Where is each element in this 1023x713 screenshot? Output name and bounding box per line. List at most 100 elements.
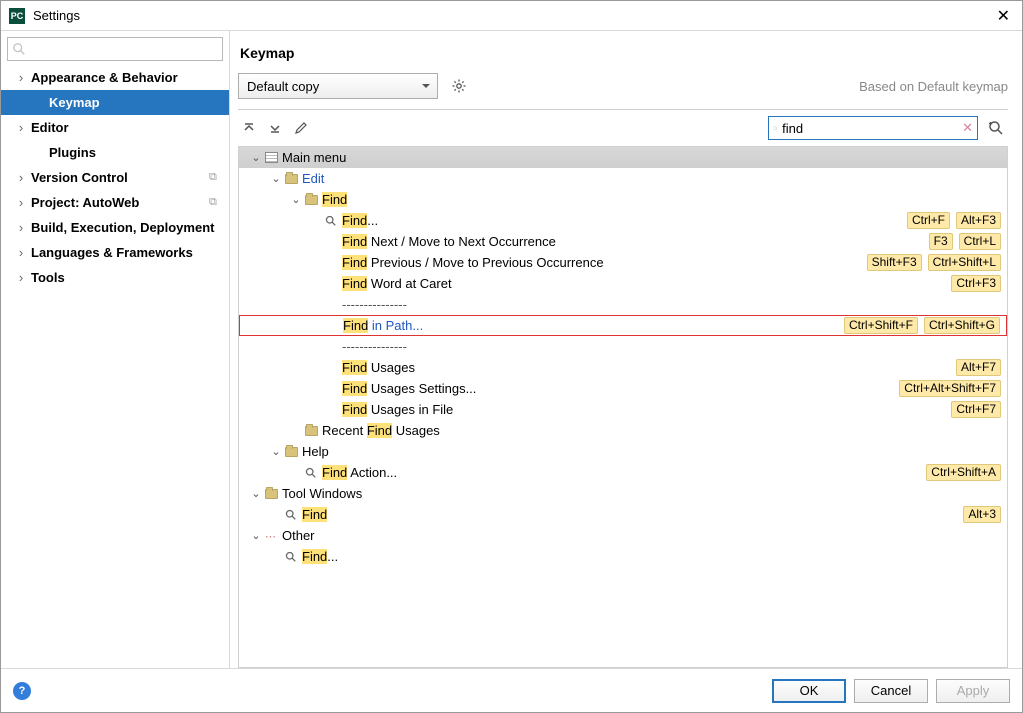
keymap-row[interactable]: ---------------: [239, 294, 1007, 315]
keymap-row[interactable]: ⌄ Edit: [239, 168, 1007, 189]
close-icon[interactable]: ✕: [993, 6, 1014, 26]
chevron-down-icon: ⌄: [289, 193, 303, 206]
cancel-button[interactable]: Cancel: [854, 679, 928, 703]
search-icon: [283, 551, 299, 563]
chevron-down-icon: ⌄: [269, 445, 283, 458]
main-panel: Keymap Default copy Based on Default key…: [230, 31, 1022, 668]
keymap-row[interactable]: Find Previous / Move to Previous Occurre…: [239, 252, 1007, 273]
keymap-row[interactable]: ---------------: [239, 336, 1007, 357]
shortcut-badge: Shift+F3: [867, 254, 922, 271]
keymap-row-label: Main menu: [282, 150, 1001, 165]
menu-icon: [263, 152, 279, 163]
keymap-row-label: Recent Find Usages: [322, 423, 1001, 438]
chevron-right-icon: ›: [13, 270, 29, 285]
sidebar-item-label: Appearance & Behavior: [29, 70, 223, 85]
sidebar-tree: ›Appearance & BehaviorKeymap›EditorPlugi…: [1, 65, 229, 668]
sidebar-item-label: Version Control: [29, 170, 209, 185]
keymap-row[interactable]: Find...Ctrl+FAlt+F3: [239, 210, 1007, 231]
keymap-row[interactable]: Find UsagesAlt+F7: [239, 357, 1007, 378]
keymap-row[interactable]: ⌄ Main menu: [239, 147, 1007, 168]
sidebar-search-input[interactable]: [7, 37, 223, 61]
expand-all-icon[interactable]: [238, 117, 260, 139]
keymap-row[interactable]: Find Next / Move to Next OccurrenceF3Ctr…: [239, 231, 1007, 252]
keymap-row[interactable]: Find...: [239, 546, 1007, 567]
shortcut-list: Alt+F7: [956, 359, 1001, 376]
sidebar-item[interactable]: Plugins: [1, 140, 229, 165]
shortcut-badge: Ctrl+Shift+L: [928, 254, 1001, 271]
keymap-row-label: Find: [302, 507, 963, 522]
folder-icon: [283, 174, 299, 184]
keymap-row[interactable]: Find Action...Ctrl+Shift+A: [239, 462, 1007, 483]
shortcut-list: Ctrl+F3: [951, 275, 1001, 292]
keymap-row-label: Edit: [302, 171, 1001, 186]
keymap-row-label: Find in Path...: [343, 318, 844, 333]
chevron-down-icon: ⌄: [249, 529, 263, 542]
keymap-scheme-select[interactable]: Default copy: [238, 73, 438, 99]
sidebar-item-label: Tools: [29, 270, 223, 285]
keymap-row[interactable]: Recent Find Usages: [239, 420, 1007, 441]
keymap-row[interactable]: ⌄ Help: [239, 441, 1007, 462]
keymap-row-label: Find Previous / Move to Previous Occurre…: [342, 255, 867, 270]
keymap-row-label: Find Word at Caret: [342, 276, 951, 291]
keymap-row[interactable]: Find Usages Settings...Ctrl+Alt+Shift+F7: [239, 378, 1007, 399]
page-title: Keymap: [238, 41, 1008, 73]
based-on-label: Based on Default keymap: [859, 79, 1008, 94]
chevron-down-icon: ⌄: [269, 172, 283, 185]
sidebar-item-label: Keymap: [47, 95, 223, 110]
keymap-tree[interactable]: ⌄Main menu⌄Edit⌄FindFind...Ctrl+FAlt+F3F…: [238, 146, 1008, 668]
keymap-row[interactable]: Find Usages in FileCtrl+F7: [239, 399, 1007, 420]
keymap-search-input[interactable]: ✕: [768, 116, 978, 140]
keymap-row[interactable]: Find Word at CaretCtrl+F3: [239, 273, 1007, 294]
shortcut-badge: Alt+3: [963, 506, 1001, 523]
folder-icon: [303, 195, 319, 205]
chevron-right-icon: ›: [13, 70, 29, 85]
keymap-row-label: Find...: [302, 549, 1001, 564]
sidebar: ›Appearance & BehaviorKeymap›EditorPlugi…: [1, 31, 230, 668]
shortcut-badge: Ctrl+F7: [951, 401, 1001, 418]
keymap-row[interactable]: ⌄ Tool Windows: [239, 483, 1007, 504]
sidebar-item[interactable]: Keymap: [1, 90, 229, 115]
shortcut-badge: F3: [929, 233, 953, 250]
chevron-right-icon: ›: [13, 120, 29, 135]
sidebar-item[interactable]: ›Project: AutoWeb⧉: [1, 190, 229, 215]
scheme-value: Default copy: [247, 79, 319, 94]
help-icon[interactable]: ?: [13, 682, 31, 700]
sidebar-item[interactable]: ›Languages & Frameworks: [1, 240, 229, 265]
edit-icon[interactable]: [290, 117, 312, 139]
chevron-right-icon: ›: [13, 170, 29, 185]
keymap-row[interactable]: Find in Path...Ctrl+Shift+FCtrl+Shift+G: [239, 315, 1007, 336]
shortcut-list: Shift+F3 Ctrl+Shift+L: [867, 254, 1001, 271]
chevron-down-icon: ⌄: [249, 151, 263, 164]
keymap-row[interactable]: ⌄⋯Other: [239, 525, 1007, 546]
keymap-row-label: ---------------: [342, 339, 1001, 354]
sidebar-item[interactable]: ›Version Control⧉: [1, 165, 229, 190]
search-query[interactable]: [782, 121, 958, 136]
sidebar-item[interactable]: ›Build, Execution, Deployment: [1, 215, 229, 240]
sidebar-item[interactable]: ›Appearance & Behavior: [1, 65, 229, 90]
keymap-row-label: Tool Windows: [282, 486, 1001, 501]
collapse-all-icon[interactable]: [264, 117, 286, 139]
shortcut-list: Ctrl+F7: [951, 401, 1001, 418]
keymap-row[interactable]: FindAlt+3: [239, 504, 1007, 525]
keymap-row[interactable]: ⌄Find: [239, 189, 1007, 210]
app-icon: PC: [9, 8, 25, 24]
sidebar-item[interactable]: ›Editor: [1, 115, 229, 140]
sidebar-item[interactable]: ›Tools: [1, 265, 229, 290]
shortcut-badge: Ctrl+L: [959, 233, 1001, 250]
shortcut-badge: Ctrl+Shift+F: [844, 317, 918, 334]
settings-window: PC Settings ✕ ›Appearance & BehaviorKeym…: [0, 0, 1023, 713]
search-icon: [773, 122, 778, 135]
apply-button[interactable]: Apply: [936, 679, 1010, 703]
find-shortcut-icon[interactable]: [984, 116, 1008, 140]
chevron-down-icon: ⌄: [249, 487, 263, 500]
window-title: Settings: [33, 8, 993, 23]
sidebar-item-label: Editor: [29, 120, 223, 135]
keymap-row-label: Find Usages: [342, 360, 956, 375]
search-icon: [323, 215, 339, 227]
ok-button[interactable]: OK: [772, 679, 846, 703]
gear-icon[interactable]: [448, 75, 470, 97]
folder-icon: [283, 447, 299, 457]
titlebar: PC Settings ✕: [1, 1, 1022, 31]
clear-search-icon[interactable]: ✕: [962, 120, 973, 136]
keymap-row-label: Help: [302, 444, 1001, 459]
